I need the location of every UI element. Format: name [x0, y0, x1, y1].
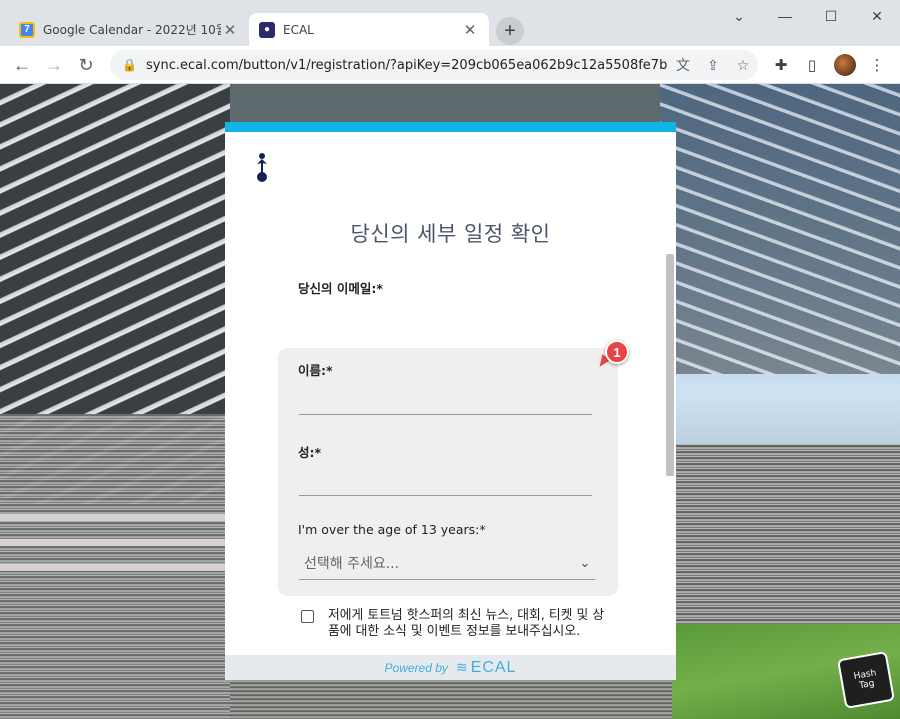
bookmark-star-icon[interactable]: ☆	[728, 57, 758, 74]
close-icon[interactable]: ✕	[221, 21, 239, 39]
crowd-right	[672, 444, 900, 624]
tab-title: ECAL	[283, 22, 314, 37]
ad-board	[0, 539, 225, 546]
profile-avatar[interactable]	[833, 53, 857, 77]
last-name-label: 성:*	[298, 445, 322, 460]
menu-kebab-icon[interactable]: ⋮	[865, 53, 889, 77]
browser-titlebar: 7 Google Calendar - 2022년 10월 ✕ ● ECAL ✕…	[0, 0, 900, 46]
card-scrollbar[interactable]	[666, 254, 674, 476]
share-icon[interactable]: ⇪	[698, 57, 728, 74]
url-text[interactable]: sync.ecal.com/button/v1/registration/?ap…	[146, 58, 668, 73]
consent-text: 저에게 토트넘 핫스퍼의 최신 뉴스, 대회, 티켓 및 상품에 대한 소식 및…	[328, 608, 605, 639]
age-label: I'm over the age of 13 years:*	[298, 522, 486, 537]
tab-title: Google Calendar - 2022년 10월	[43, 23, 221, 37]
powered-by-footer[interactable]: Powered by ≋ ECAL	[225, 655, 676, 680]
back-icon[interactable]: ←	[8, 51, 36, 79]
translate-icon[interactable]: 文	[668, 55, 698, 75]
minimize-button[interactable]: —	[762, 0, 808, 32]
new-tab-button[interactable]: +	[496, 17, 524, 45]
last-name-input[interactable]	[299, 495, 592, 496]
side-panel-icon[interactable]: ▯	[800, 53, 824, 77]
google-calendar-icon: 7	[19, 21, 35, 38]
powered-by-text: Powered by	[384, 660, 448, 675]
consent-row: 저에게 토트넘 핫스퍼의 최신 뉴스, 대회, 티켓 및 상품에 대한 소식 및…	[301, 608, 611, 640]
extensions-icon[interactable]: ✚	[769, 53, 793, 77]
watermark-logo: Hash Tag	[837, 651, 895, 709]
window-close-button[interactable]: ✕	[854, 0, 900, 32]
age-select[interactable]: 선택해 주세요... ⌄	[299, 546, 595, 580]
close-icon[interactable]: ✕	[461, 21, 479, 39]
chevron-down-icon[interactable]: ⌄	[575, 553, 595, 573]
avatar	[834, 54, 856, 76]
annotation-badge: 1	[605, 340, 629, 364]
form-title: 당신의 세부 일정 확인	[350, 222, 551, 246]
club-crest-icon	[257, 153, 267, 182]
registration-card: 당신의 세부 일정 확인 당신의 이메일:* 이름:* 성:* I'm over…	[225, 122, 676, 680]
email-label: 당신의 이메일:*	[298, 281, 383, 296]
watermark-line: Tag	[858, 678, 876, 692]
lock-icon[interactable]: 🔒	[122, 58, 137, 72]
crowd-bottom	[230, 679, 672, 719]
ad-board	[0, 564, 225, 571]
maximize-button[interactable]: ☐	[808, 0, 854, 32]
address-bar[interactable]: 🔒 sync.ecal.com/button/v1/registration/?…	[110, 50, 758, 80]
reload-icon[interactable]: ↻	[72, 51, 100, 79]
browser-toolbar: ← → ↻ 🔒 sync.ecal.com/button/v1/registra…	[0, 46, 900, 84]
first-name-input[interactable]	[299, 414, 592, 415]
stadium-roof-right	[660, 84, 900, 374]
ecal-logo-icon: ≋	[455, 659, 468, 675]
forward-icon[interactable]: →	[40, 51, 68, 79]
first-name-label: 이름:*	[298, 363, 333, 378]
consent-checkbox[interactable]	[301, 610, 314, 623]
tab-search-icon[interactable]: ⌄	[716, 0, 762, 32]
age-select-value: 선택해 주세요...	[304, 555, 400, 572]
ecal-icon: ●	[259, 21, 275, 38]
ad-board	[0, 514, 225, 521]
tab-google-calendar[interactable]: 7 Google Calendar - 2022년 10월 ✕	[9, 13, 249, 46]
ecal-brand: ECAL	[470, 658, 517, 676]
tab-ecal[interactable]: ● ECAL ✕	[249, 13, 489, 46]
card-accent-bar	[225, 122, 676, 132]
